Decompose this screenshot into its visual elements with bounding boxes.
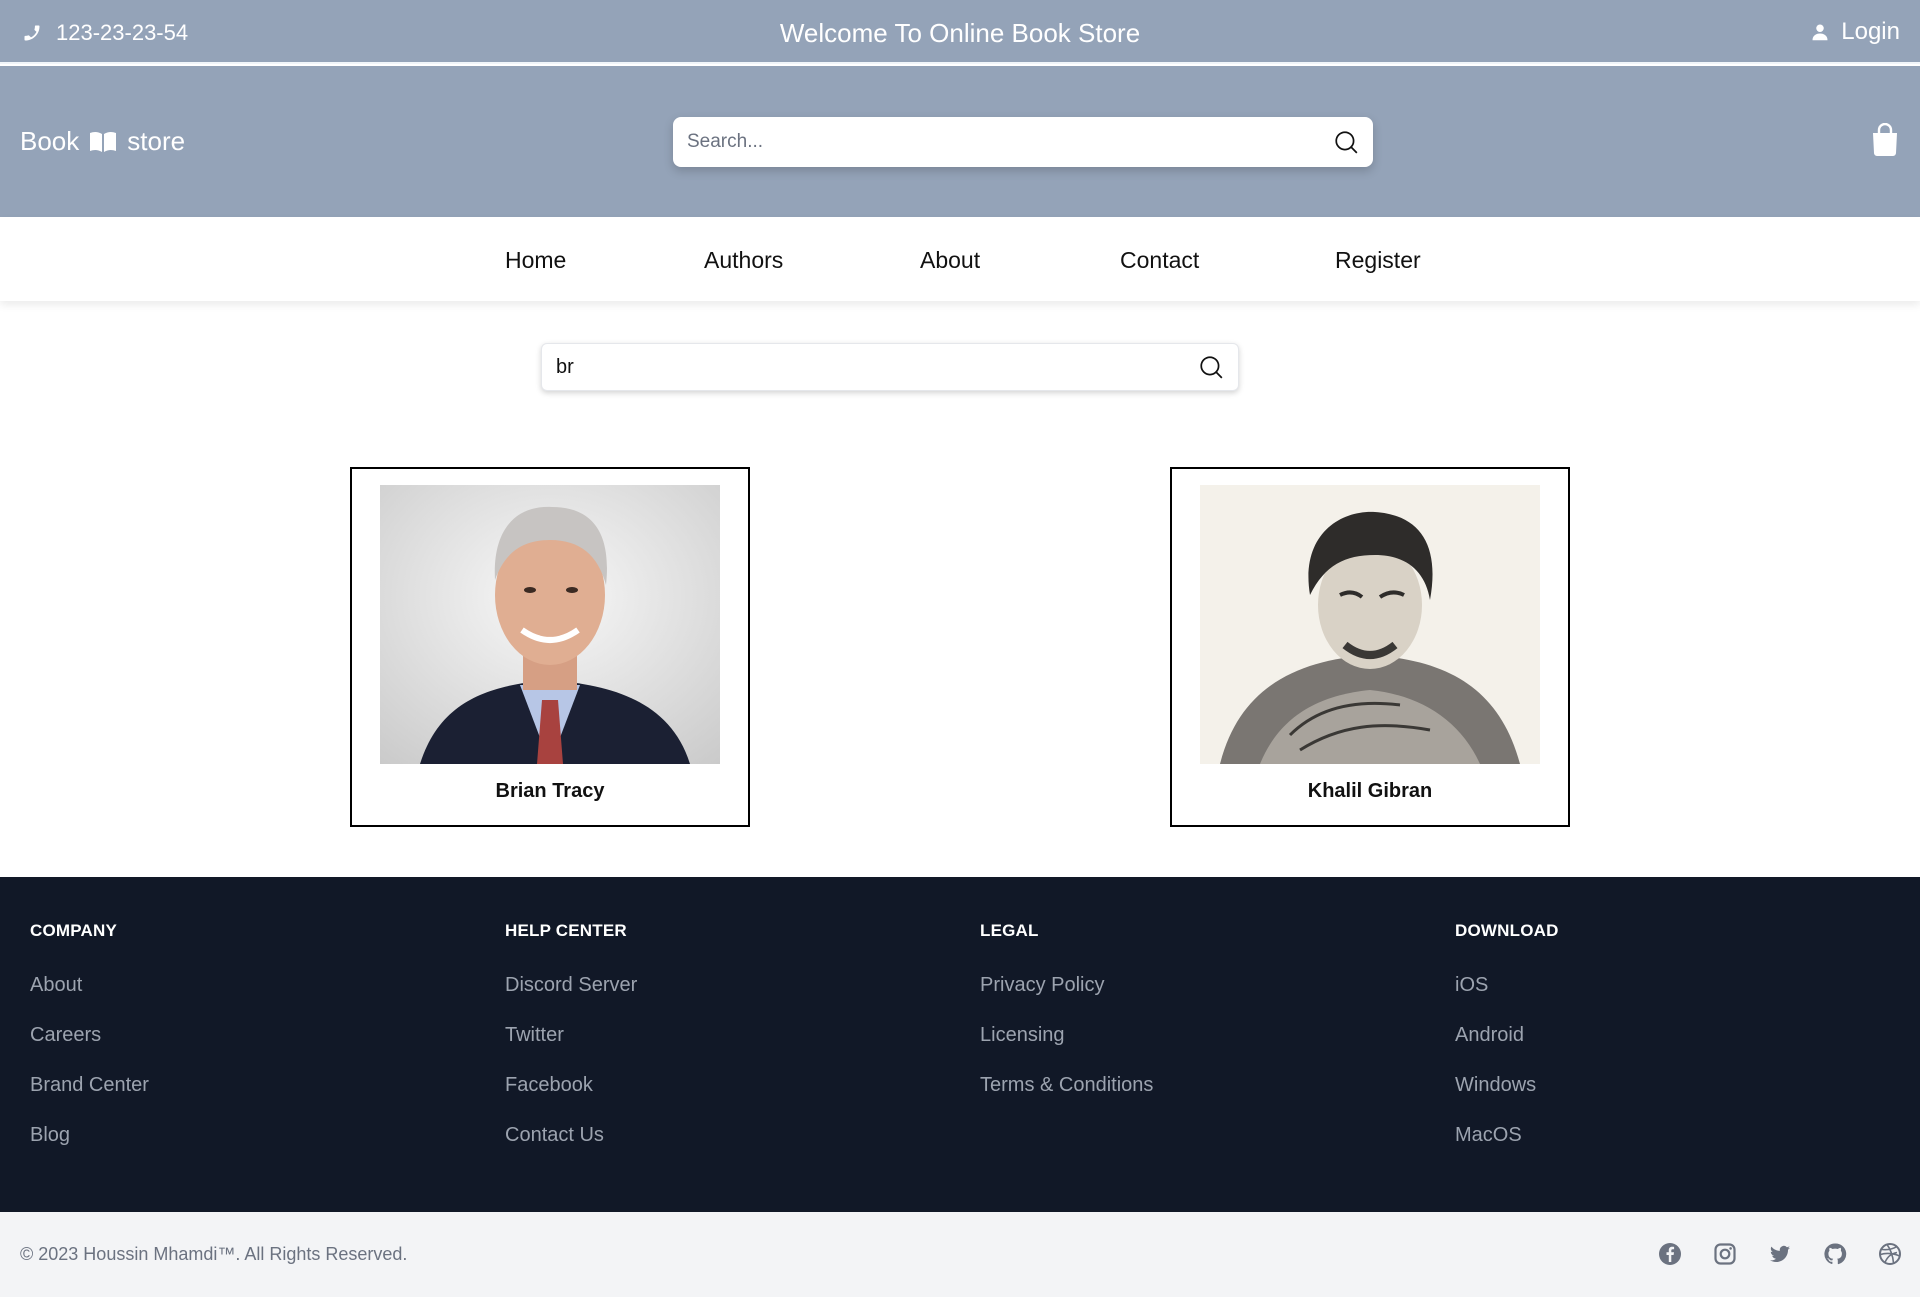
nav-register[interactable]: Register [1335, 247, 1421, 274]
login-button[interactable]: Login [1811, 18, 1900, 46]
footer-heading: DOWNLOAD [1455, 921, 1559, 940]
search-icon[interactable] [1198, 354, 1224, 380]
author-photo [380, 485, 720, 764]
github-icon[interactable] [1823, 1242, 1847, 1266]
footer-link[interactable]: About [30, 974, 149, 1024]
footer-link[interactable]: MacOS [1455, 1124, 1559, 1174]
nav-authors[interactable]: Authors [704, 247, 783, 274]
twitter-icon[interactable] [1768, 1242, 1792, 1266]
footer-link[interactable]: Careers [30, 1024, 149, 1074]
footer-column-download: DOWNLOAD iOS Android Windows MacOS [1455, 921, 1559, 1174]
footer-link[interactable]: Windows [1455, 1074, 1559, 1124]
footer-link[interactable]: Twitter [505, 1024, 637, 1074]
nav-about[interactable]: About [920, 247, 980, 274]
author-name: Brian Tracy [495, 780, 605, 802]
footer: COMPANY About Careers Brand Center Blog … [0, 877, 1920, 1212]
user-icon [1812, 24, 1828, 41]
facebook-icon[interactable] [1658, 1242, 1682, 1266]
header-search-input[interactable] [687, 131, 1333, 153]
author-name: Khalil Gibran [1307, 780, 1433, 802]
footer-column-help-center: HELP CENTER Discord Server Twitter Faceb… [505, 921, 637, 1174]
author-card[interactable]: Khalil Gibran [1170, 467, 1570, 827]
copyright-text: © 2023 Houssin Mhamdi™. All Rights Reser… [20, 1244, 408, 1264]
nav-home[interactable]: Home [505, 247, 566, 274]
footer-link[interactable]: Discord Server [505, 974, 637, 1024]
footer-link[interactable]: Licensing [980, 1024, 1153, 1074]
footer-link[interactable]: Facebook [505, 1074, 637, 1124]
footer-link[interactable]: Blog [30, 1124, 149, 1174]
footer-link[interactable]: Privacy Policy [980, 974, 1153, 1024]
brand-logo[interactable]: Book store [20, 126, 185, 157]
footer-column-company: COMPANY About Careers Brand Center Blog [30, 921, 149, 1174]
welcome-message: Welcome To Online Book Store [779, 18, 1141, 48]
nav-contact[interactable]: Contact [1120, 247, 1199, 274]
footer-heading: COMPANY [30, 921, 118, 940]
main-nav: Home Authors About Contact Register [0, 217, 1920, 301]
footer-link[interactable]: iOS [1455, 974, 1559, 1024]
bottom-bar: © 2023 Houssin Mhamdi™. All Rights Reser… [0, 1212, 1920, 1297]
author-photo [1200, 485, 1540, 764]
author-search-input[interactable] [556, 355, 1198, 379]
author-search-box [541, 343, 1239, 391]
login-label: Login [1841, 18, 1900, 45]
brand-text-right: store [127, 126, 186, 156]
shopping-bag-icon [1873, 122, 1897, 156]
social-links [1658, 1242, 1902, 1266]
author-card[interactable]: Brian Tracy [350, 467, 750, 827]
footer-column-legal: LEGAL Privacy Policy Licensing Terms & C… [980, 921, 1153, 1124]
footer-link[interactable]: Android [1455, 1024, 1559, 1074]
top-bar: 123-23-23-54 Welcome To Online Book Stor… [0, 0, 1920, 64]
header-search-box [673, 117, 1373, 167]
footer-heading: HELP CENTER [505, 921, 627, 940]
footer-link[interactable]: Terms & Conditions [980, 1074, 1153, 1124]
open-book-icon [90, 131, 117, 152]
footer-link[interactable]: Contact Us [505, 1124, 637, 1174]
footer-link[interactable]: Brand Center [30, 1074, 149, 1124]
shopping-bag-button[interactable] [1870, 122, 1900, 162]
search-icon[interactable] [1333, 129, 1359, 155]
instagram-icon[interactable] [1713, 1242, 1737, 1266]
brand-text-left: Book [20, 126, 80, 156]
dribbble-icon[interactable] [1878, 1242, 1902, 1266]
footer-heading: LEGAL [980, 921, 1039, 940]
header: Book store [0, 66, 1920, 217]
